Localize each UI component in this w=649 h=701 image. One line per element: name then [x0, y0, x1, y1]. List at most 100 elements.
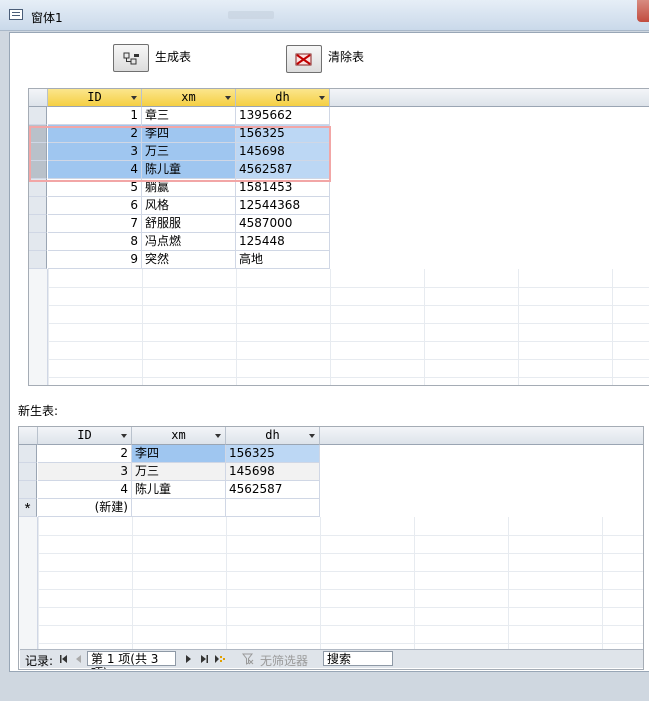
cell-id[interactable]: 2	[38, 445, 132, 463]
chevron-down-icon[interactable]	[131, 96, 137, 100]
new-record-icon[interactable]	[214, 654, 226, 664]
cell-dh[interactable]: 高地	[236, 251, 330, 269]
table-row[interactable]: 3 万三 145698	[19, 463, 321, 481]
grid-line	[48, 359, 649, 360]
clear-table-label: 清除表	[328, 50, 365, 64]
column-header-dh[interactable]: dh	[226, 427, 320, 445]
new-record-row[interactable]: * (新建)	[19, 499, 321, 517]
title-bar: 窗体1	[0, 0, 649, 31]
clear-table-button[interactable]	[286, 45, 322, 73]
last-record-icon[interactable]	[200, 654, 208, 664]
search-input[interactable]: 搜索	[323, 651, 393, 666]
grid-line	[236, 269, 237, 385]
table-row[interactable]: 2 李四 156325	[19, 445, 321, 463]
row-selector[interactable]	[29, 197, 47, 215]
close-button[interactable]	[637, 0, 649, 22]
cell-xm[interactable]: 风格	[142, 197, 236, 215]
chevron-down-icon[interactable]	[215, 434, 221, 438]
cell-id[interactable]: 1	[48, 107, 142, 125]
column-header-dh[interactable]: dh	[236, 89, 330, 107]
cell-dh[interactable]: 156325	[226, 445, 320, 463]
row-selector[interactable]	[29, 251, 47, 269]
grid-line	[612, 269, 613, 385]
cell-xm[interactable]: 冯点燃	[142, 233, 236, 251]
grid-line	[508, 517, 509, 651]
cell-id[interactable]: 6	[48, 197, 142, 215]
filter-icon[interactable]	[242, 653, 254, 665]
table-row[interactable]: 6 风格 12544368	[29, 197, 331, 215]
new-record-placeholder[interactable]: (新建)	[38, 499, 132, 517]
table-row[interactable]: 9 突然 高地	[29, 251, 331, 269]
grid-line	[48, 287, 649, 288]
cell-dh[interactable]: 125448	[236, 233, 330, 251]
generate-table-button[interactable]	[113, 44, 149, 72]
select-all-corner[interactable]	[29, 89, 48, 107]
column-header-id-label: ID	[77, 428, 92, 442]
column-header-xm-label: xm	[171, 428, 186, 442]
prev-record-icon[interactable]	[75, 654, 83, 664]
source-datasheet[interactable]: ID xm dh 1 章三 1395662 2 李四 156325 3 万三 145698 4 陈儿…	[28, 88, 649, 386]
grid-line	[38, 643, 643, 644]
table-row[interactable]: 1 章三 1395662	[29, 107, 331, 125]
row-selector[interactable]	[19, 463, 37, 481]
new-datasheet[interactable]: ID xm dh 2 李四 156325 3 万三 145698 4 陈儿童 4562587 *(…	[18, 426, 644, 670]
grid-line	[38, 535, 643, 536]
record-position-field[interactable]: 第 1 项(共 3 项)	[87, 651, 176, 669]
grid-line	[330, 269, 331, 385]
row-selector[interactable]	[29, 233, 47, 251]
cell-xm[interactable]	[132, 499, 226, 517]
table-row[interactable]: 8 冯点燃 125448	[29, 233, 331, 251]
cell-id[interactable]: 3	[38, 463, 132, 481]
column-header-id[interactable]: ID	[48, 89, 142, 107]
chevron-down-icon[interactable]	[121, 434, 127, 438]
grid-line	[132, 517, 133, 651]
cell-id[interactable]: 8	[48, 233, 142, 251]
column-header-xm[interactable]: xm	[132, 427, 226, 445]
cell-dh[interactable]	[226, 499, 320, 517]
form-footer	[0, 672, 649, 701]
column-header-id[interactable]: ID	[38, 427, 132, 445]
table-row[interactable]: 7 舒服服 4587000	[29, 215, 331, 233]
grid-line	[38, 571, 643, 572]
cell-dh[interactable]: 1395662	[236, 107, 330, 125]
grid-line	[38, 625, 643, 626]
cell-dh[interactable]: 145698	[226, 463, 320, 481]
record-label: 记录:	[25, 654, 54, 668]
cell-dh[interactable]: 12544368	[236, 197, 330, 215]
chevron-down-icon[interactable]	[225, 96, 231, 100]
cell-id[interactable]: 9	[48, 251, 142, 269]
first-record-icon[interactable]	[60, 654, 68, 664]
row-selector[interactable]	[29, 215, 47, 233]
selection-outline	[29, 126, 331, 182]
cell-dh[interactable]: 4587000	[236, 215, 330, 233]
new-table-label: 新生表:	[18, 404, 59, 418]
grid-line	[226, 517, 227, 651]
cell-dh[interactable]: 4562587	[226, 481, 320, 499]
grid-line	[48, 341, 649, 342]
table-row[interactable]: 4 陈儿童 4562587	[19, 481, 321, 499]
grid-line	[48, 269, 49, 385]
cell-xm[interactable]: 章三	[142, 107, 236, 125]
cell-xm[interactable]: 舒服服	[142, 215, 236, 233]
cell-xm[interactable]: 突然	[142, 251, 236, 269]
new-row-marker[interactable]: *	[19, 499, 37, 517]
row-selector[interactable]	[29, 107, 47, 125]
cell-id[interactable]: 4	[38, 481, 132, 499]
clear-table-icon	[295, 53, 312, 66]
selector-column	[29, 269, 48, 385]
cell-xm[interactable]: 万三	[132, 463, 226, 481]
cell-id[interactable]: 7	[48, 215, 142, 233]
column-header-xm[interactable]: xm	[142, 89, 236, 107]
chevron-down-icon[interactable]	[309, 434, 315, 438]
grid-line	[414, 517, 415, 651]
row-selector[interactable]	[19, 445, 37, 463]
filter-label[interactable]: 无筛选器	[260, 652, 308, 669]
next-record-icon[interactable]	[184, 654, 192, 664]
grid-line	[38, 553, 643, 554]
cell-xm[interactable]: 陈儿童	[132, 481, 226, 499]
select-all-corner[interactable]	[19, 427, 38, 445]
row-selector[interactable]	[19, 481, 37, 499]
chevron-down-icon[interactable]	[319, 96, 325, 100]
cell-xm[interactable]: 李四	[132, 445, 226, 463]
grid-line	[602, 517, 603, 651]
